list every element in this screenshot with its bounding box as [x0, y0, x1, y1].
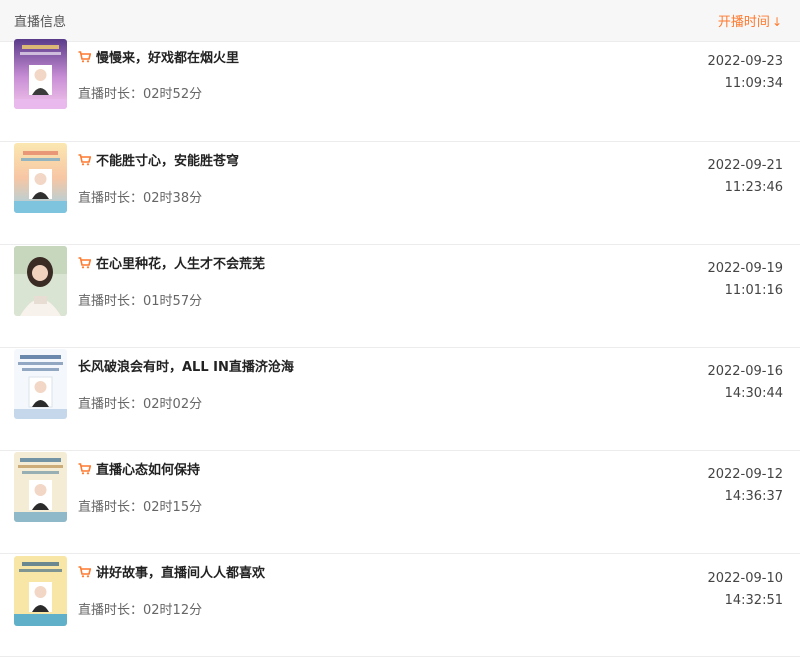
live-duration: 直播时长：02时38分	[78, 191, 203, 206]
live-duration: 直播时长：02时12分	[78, 603, 203, 618]
shopping-cart-icon	[78, 154, 91, 166]
sort-label: 开播时间	[717, 15, 770, 30]
list-item[interactable]: 在心里种花，人生才不会荒芜 直播时长：01时57分 2022-09-19 11:…	[0, 245, 800, 348]
list-item[interactable]: 不能胜寸心，安能胜苍穹 直播时长：02时38分 2022-09-21 11:23…	[0, 142, 800, 245]
poster-thumbnail[interactable]	[14, 349, 67, 419]
header-title: 直播信息	[14, 15, 67, 30]
poster-sunset-image	[14, 143, 67, 213]
live-title: 在心里种花，人生才不会荒芜	[96, 257, 266, 272]
sort-by-start-time-button[interactable]: 开播时间 ↓	[718, 11, 782, 30]
poster-beige-image	[14, 452, 67, 522]
start-time: 14:30:44	[724, 386, 783, 401]
poster-white-image	[14, 349, 67, 419]
start-date: 2022-09-19	[707, 261, 783, 276]
start-time: 14:32:51	[724, 593, 783, 608]
start-time: 11:23:46	[724, 180, 783, 195]
list-item[interactable]: 直播心态如何保持 直播时长：02时15分 2022-09-12 14:36:37	[0, 451, 800, 554]
live-title: 慢慢来，好戏都在烟火里	[96, 51, 240, 66]
list-item[interactable]: 讲好故事，直播间人人都喜欢 直播时长：02时12分 2022-09-10 14:…	[0, 554, 800, 657]
shopping-cart-icon	[78, 463, 91, 475]
start-date: 2022-09-16	[707, 364, 783, 379]
list-item[interactable]: 长风破浪会有时，ALL IN直播济沧海 直播时长：02时02分 2022-09-…	[0, 348, 800, 451]
start-time: 11:01:16	[724, 283, 783, 298]
start-time: 11:09:34	[724, 76, 783, 91]
poster-pink-image	[14, 39, 67, 109]
sort-down-arrow-icon: ↓	[771, 15, 782, 29]
poster-thumbnail[interactable]	[14, 39, 67, 109]
start-date: 2022-09-23	[707, 54, 783, 69]
portrait-photo-image	[14, 246, 67, 316]
poster-thumbnail[interactable]	[14, 556, 67, 626]
live-duration: 直播时长：01时57分	[78, 294, 203, 309]
live-title: 长风破浪会有时，ALL IN直播济沧海	[78, 360, 294, 375]
start-date: 2022-09-21	[707, 158, 783, 173]
shopping-cart-icon	[78, 257, 91, 269]
start-time: 14:36:37	[724, 489, 783, 504]
list-item[interactable]: 慢慢来，好戏都在烟火里 直播时长：02时52分 2022-09-23 11:09…	[0, 39, 800, 142]
live-duration: 直播时长：02时52分	[78, 87, 203, 102]
live-title: 不能胜寸心，安能胜苍穹	[96, 154, 240, 169]
poster-thumbnail[interactable]	[14, 246, 67, 316]
live-duration: 直播时长：02时15分	[78, 500, 203, 515]
start-date: 2022-09-10	[707, 571, 783, 586]
shopping-cart-icon	[78, 51, 91, 63]
live-title: 直播心态如何保持	[96, 463, 201, 478]
poster-thumbnail[interactable]	[14, 143, 67, 213]
live-title: 讲好故事，直播间人人都喜欢	[96, 566, 266, 581]
start-date: 2022-09-12	[707, 467, 783, 482]
poster-thumbnail[interactable]	[14, 452, 67, 522]
live-duration: 直播时长：02时02分	[78, 397, 203, 412]
shopping-cart-icon	[78, 566, 91, 578]
list-header: 直播信息 开播时间 ↓	[0, 0, 800, 42]
poster-yellow-image	[14, 556, 67, 626]
